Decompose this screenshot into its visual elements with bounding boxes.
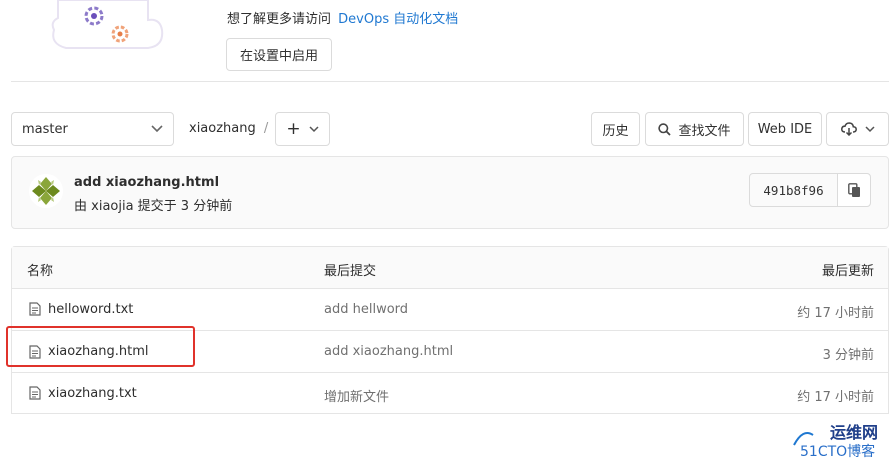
file-updated-time: 约 17 小时前 [797,306,874,321]
chevron-down-icon [151,122,163,137]
column-header-name: 名称 [27,264,54,279]
file-commit-message[interactable]: 增加新文件 [324,386,389,405]
breadcrumb-path-link[interactable]: xiaozhang [189,121,256,136]
commit-title[interactable]: add xiaozhang.html [74,175,219,190]
file-name-link[interactable]: xiaozhang.txt [48,386,137,401]
file-icon [29,302,41,320]
branch-select[interactable]: master [11,112,174,146]
history-label: 历史 [602,123,629,139]
cloud-download-icon [840,122,857,136]
breadcrumb: xiaozhang / [189,121,268,136]
add-to-tree-dropdown[interactable]: + [275,112,330,146]
devops-info-prefix: 想了解更多请访问 [227,12,332,27]
file-updated-time: 3 分钟前 [822,348,874,363]
history-button[interactable]: 历史 [591,112,640,146]
watermark: 运维网 51CTO博客 [786,417,890,461]
file-updated-time: 约 17 小时前 [797,390,874,405]
avatar [29,174,63,208]
commit-sha[interactable]: 491b8f96 [750,174,838,206]
branch-name: master [22,121,68,137]
find-file-button[interactable]: 查找文件 [645,112,744,146]
web-ide-label: Web IDE [757,121,813,137]
commit-sha-group: 491b8f96 [749,173,871,207]
highlight-box [6,326,195,367]
file-icon [29,386,41,404]
devops-info-text: 想了解更多请访问 DevOps 自动化文档 [227,8,458,27]
find-file-label: 查找文件 [678,123,731,139]
copy-sha-button[interactable] [838,174,870,206]
gears-cloud-illustration [48,0,166,54]
file-commit-message[interactable]: add hellword [324,302,408,317]
table-row[interactable] [12,373,888,414]
file-name-link[interactable]: helloword.txt [48,302,133,317]
devops-docs-link[interactable]: DevOps 自动化文档 [338,12,458,27]
chevron-down-icon [309,122,319,137]
divider [11,81,889,82]
breadcrumb-separator: / [263,121,269,136]
column-header-last-commit: 最后提交 [324,264,377,279]
web-ide-button[interactable]: Web IDE [748,112,822,146]
plus-label: + [286,119,301,139]
enable-in-settings-label: 在设置中启用 [239,49,318,64]
watermark-line2: 51CTO博客 [800,444,876,460]
file-table-header [12,247,888,288]
column-header-last-update: 最后更新 [821,264,874,279]
download-dropdown[interactable] [826,112,889,146]
search-icon [658,122,672,136]
table-row[interactable] [12,289,888,330]
watermark-line1: 运维网 [830,423,879,442]
enable-in-settings-button[interactable]: 在设置中启用 [226,38,332,71]
copy-icon [847,182,861,198]
commit-byline: 由 xiaojia 提交于 3 分钟前 [74,199,233,214]
chevron-down-icon [864,125,875,133]
file-commit-message[interactable]: add xiaozhang.html [324,344,453,359]
